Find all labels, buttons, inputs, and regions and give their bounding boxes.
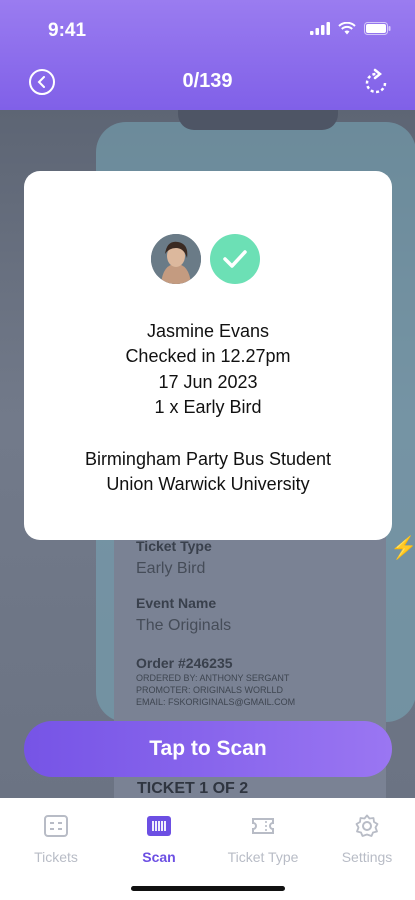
ordered-by: ORDERED BY: ANTHONY SERGANT <box>136 673 290 683</box>
ticket-type-label: Ticket Type <box>136 538 212 554</box>
checkmark-icon <box>210 234 260 284</box>
ticket-summary: 1 x Early Bird <box>154 397 262 417</box>
status-icons <box>310 22 391 35</box>
tickets-icon <box>44 815 68 837</box>
refresh-icon[interactable] <box>361 68 391 98</box>
email: EMAIL: FSKORIGINALS@GMAIL.COM <box>136 697 296 707</box>
scan-icon <box>147 816 171 836</box>
checkin-modal: Jasmine Evans Checked in 12.27pm 17 Jun … <box>24 171 392 540</box>
tab-bar: Tickets Scan Ticket Type Settings <box>0 798 415 900</box>
lightning-icon: ⚡ <box>390 535 415 560</box>
settings-icon <box>355 814 379 837</box>
home-indicator <box>131 886 285 891</box>
event-title-line2: Union Warwick University <box>106 474 310 494</box>
scan-counter: 0/139 <box>182 70 233 92</box>
tab-scan[interactable]: Scan <box>114 814 204 865</box>
tab-scan-label: Scan <box>142 849 176 865</box>
status-time: 9:41 <box>48 20 87 41</box>
event-name-value: The Originals <box>136 617 232 634</box>
background-notch <box>178 110 338 130</box>
tab-ticket-type[interactable]: Ticket Type <box>218 814 308 865</box>
avatar-photo-icon <box>151 234 201 284</box>
attendee-name: Jasmine Evans <box>146 321 270 341</box>
tab-ticket-type-label: Ticket Type <box>227 849 299 865</box>
ticket-count: TICKET 1 OF 2 <box>137 780 249 797</box>
event-name-label: Event Name <box>136 595 217 611</box>
promoter: PROMOTER: ORIGINALS WORLLD <box>136 685 284 695</box>
tab-settings[interactable]: Settings <box>322 814 412 865</box>
checkin-time: Checked in 12.27pm <box>125 346 291 366</box>
ticket-type-icon <box>252 818 274 834</box>
ticket-type-value: Early Bird <box>136 560 206 577</box>
tab-settings-label: Settings <box>341 849 393 865</box>
wifi-icon <box>338 22 356 35</box>
battery-icon <box>364 22 391 35</box>
checkin-date: 17 Jun 2023 <box>158 372 258 392</box>
event-title-line1: Birmingham Party Bus Student <box>84 449 332 469</box>
order-label: Order #246235 <box>136 655 233 671</box>
tab-tickets-label: Tickets <box>34 849 78 865</box>
tab-tickets[interactable]: Tickets <box>11 814 101 865</box>
tap-to-scan-button[interactable]: Tap to Scan <box>24 721 392 777</box>
signal-icon <box>310 22 330 35</box>
avatar <box>151 234 201 284</box>
app-header: 9:41 0/139 <box>0 0 415 110</box>
